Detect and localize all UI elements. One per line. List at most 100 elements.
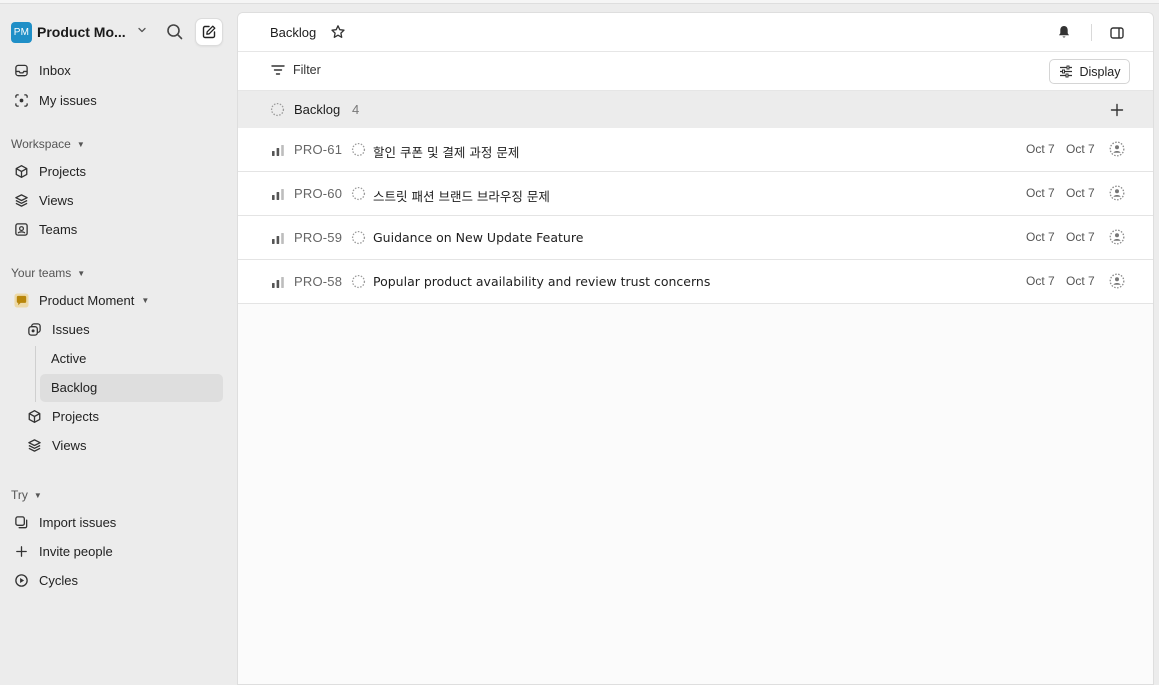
sidebar-item-my-issues[interactable]: My issues <box>13 87 97 114</box>
sidebar-item-label: My issues <box>39 93 97 108</box>
layers-icon <box>26 438 42 454</box>
issue-title: Guidance on New Update Feature <box>373 230 584 245</box>
plus-icon <box>13 544 29 560</box>
backlog-status-icon <box>270 102 285 117</box>
issue-updated-date: Oct 7 <box>1066 186 1095 200</box>
cube-icon <box>13 164 29 180</box>
sidebar-item-label: Import issues <box>39 515 117 530</box>
sidebar-item-invite-people[interactable]: Invite people <box>13 538 113 565</box>
new-issue-button[interactable] <box>195 18 223 46</box>
star-icon[interactable] <box>330 24 346 40</box>
unassigned-avatar-icon[interactable] <box>1109 273 1125 289</box>
header-divider <box>1091 24 1092 41</box>
caret-down-icon: ▼ <box>33 490 42 500</box>
issue-row[interactable]: PRO-59 Guidance on New Update Feature Oct … <box>238 216 1153 260</box>
section-label: Your teams <box>11 266 72 280</box>
issue-id: PRO-59 <box>294 230 343 245</box>
sidebar-item-cycles[interactable]: Cycles <box>13 567 78 594</box>
sidebar-item-team-projects[interactable]: Projects <box>26 403 99 430</box>
issues-icon <box>26 322 42 338</box>
filter-bar: Filter Display <box>238 52 1153 91</box>
sidebar-item-views[interactable]: Views <box>13 187 73 214</box>
sidebar-item-issues[interactable]: Issues <box>26 316 90 343</box>
search-icon[interactable] <box>165 22 185 42</box>
issue-updated-date: Oct 7 <box>1066 274 1095 288</box>
team-chat-icon <box>13 293 29 309</box>
group-name: Backlog <box>294 102 341 117</box>
issue-updated-date: Oct 7 <box>1066 230 1095 244</box>
issue-id: PRO-61 <box>294 142 343 157</box>
team-product-moment[interactable]: Product Moment ▼ <box>13 287 149 314</box>
issue-title: Popular product availability and review … <box>373 274 711 289</box>
backlog-status-icon[interactable] <box>351 186 366 201</box>
page-title: Backlog <box>270 25 317 40</box>
caret-down-icon: ▼ <box>77 268 86 278</box>
workspace-avatar: PM <box>11 21 32 43</box>
unassigned-avatar-icon[interactable] <box>1109 141 1125 157</box>
issue-created-date: Oct 7 <box>1026 230 1055 244</box>
issue-row[interactable]: PRO-60 스트릿 패션 브랜드 브라우징 문제 Oct 7 Oct 7 <box>238 172 1153 216</box>
backlog-status-icon[interactable] <box>351 142 366 157</box>
your-teams-section-toggle[interactable]: Your teams ▼ <box>11 266 85 280</box>
sidebar-item-projects[interactable]: Projects <box>13 158 86 185</box>
issue-created-date: Oct 7 <box>1026 186 1055 200</box>
sidebar: PM Product Mo... Inbox My issues Workspa… <box>0 4 236 685</box>
sidebar-item-label: Issues <box>52 322 90 337</box>
sidebar-item-label: Views <box>52 438 87 453</box>
unassigned-avatar-icon[interactable] <box>1109 185 1125 201</box>
sidebar-item-label: Backlog <box>51 380 98 395</box>
unassigned-avatar-icon[interactable] <box>1109 229 1125 245</box>
section-label: Try <box>11 488 28 502</box>
filter-icon <box>271 65 285 75</box>
layers-icon <box>13 193 29 209</box>
display-button[interactable]: Display <box>1049 59 1130 84</box>
sidebar-item-backlog[interactable]: Backlog <box>51 374 97 401</box>
issue-updated-date: Oct 7 <box>1066 142 1095 156</box>
priority-bars-icon[interactable] <box>271 144 285 156</box>
issue-title: 할인 쿠폰 및 결제 과정 문제 <box>373 145 520 160</box>
priority-bars-icon[interactable] <box>271 232 285 244</box>
try-section-toggle[interactable]: Try ▼ <box>11 488 42 502</box>
issue-created-date: Oct 7 <box>1026 274 1055 288</box>
sidebar-item-label: Invite people <box>39 544 113 559</box>
group-header-backlog[interactable]: Backlog 4 <box>238 91 1153 128</box>
sidebar-item-active[interactable]: Active <box>51 345 86 372</box>
priority-bars-icon[interactable] <box>271 188 285 200</box>
team-name: Product Moment <box>39 293 135 308</box>
sidebar-item-teams[interactable]: Teams <box>13 216 77 243</box>
issue-row[interactable]: PRO-58 Popular product availability and r… <box>238 260 1153 304</box>
filter-button[interactable]: Filter <box>271 63 321 77</box>
page-header: Backlog <box>238 13 1153 52</box>
cycles-icon <box>13 573 29 589</box>
issue-row[interactable]: PRO-61 할인 쿠폰 및 결제 과정 문제 Oct 7 Oct 7 <box>238 128 1153 172</box>
chevron-down-icon[interactable] <box>136 24 148 36</box>
backlog-status-icon[interactable] <box>351 230 366 245</box>
filter-label: Filter <box>293 63 321 77</box>
sidebar-item-label: Projects <box>39 164 86 179</box>
sidebar-item-label: Cycles <box>39 573 79 588</box>
cube-icon <box>26 409 42 425</box>
add-issue-icon[interactable] <box>1110 103 1124 117</box>
sidebar-item-team-views[interactable]: Views <box>26 432 86 459</box>
bell-icon[interactable] <box>1056 24 1072 40</box>
issue-created-date: Oct 7 <box>1026 142 1055 156</box>
sidebar-item-import-issues[interactable]: Import issues <box>13 509 116 536</box>
sidebar-item-label: Active <box>51 351 87 366</box>
sidebar-panel-icon[interactable] <box>1109 25 1125 41</box>
backlog-status-icon[interactable] <box>351 274 366 289</box>
my-issues-icon <box>13 93 29 109</box>
import-icon <box>13 515 29 531</box>
inbox-icon <box>13 63 29 79</box>
sidebar-item-label: Views <box>39 193 74 208</box>
workspace-switcher[interactable]: PM Product Mo... <box>11 18 225 46</box>
section-label: Workspace <box>11 137 71 151</box>
workspace-section-toggle[interactable]: Workspace ▼ <box>11 137 85 151</box>
issue-title: 스트릿 패션 브랜드 브라우징 문제 <box>373 189 550 204</box>
caret-down-icon: ▼ <box>141 296 150 305</box>
display-label: Display <box>1079 64 1121 79</box>
priority-bars-icon[interactable] <box>271 276 285 288</box>
compose-icon <box>202 25 216 39</box>
workspace-name: Product Mo... <box>37 24 126 40</box>
sidebar-item-inbox[interactable]: Inbox <box>13 57 71 84</box>
group-count: 4 <box>352 102 360 117</box>
